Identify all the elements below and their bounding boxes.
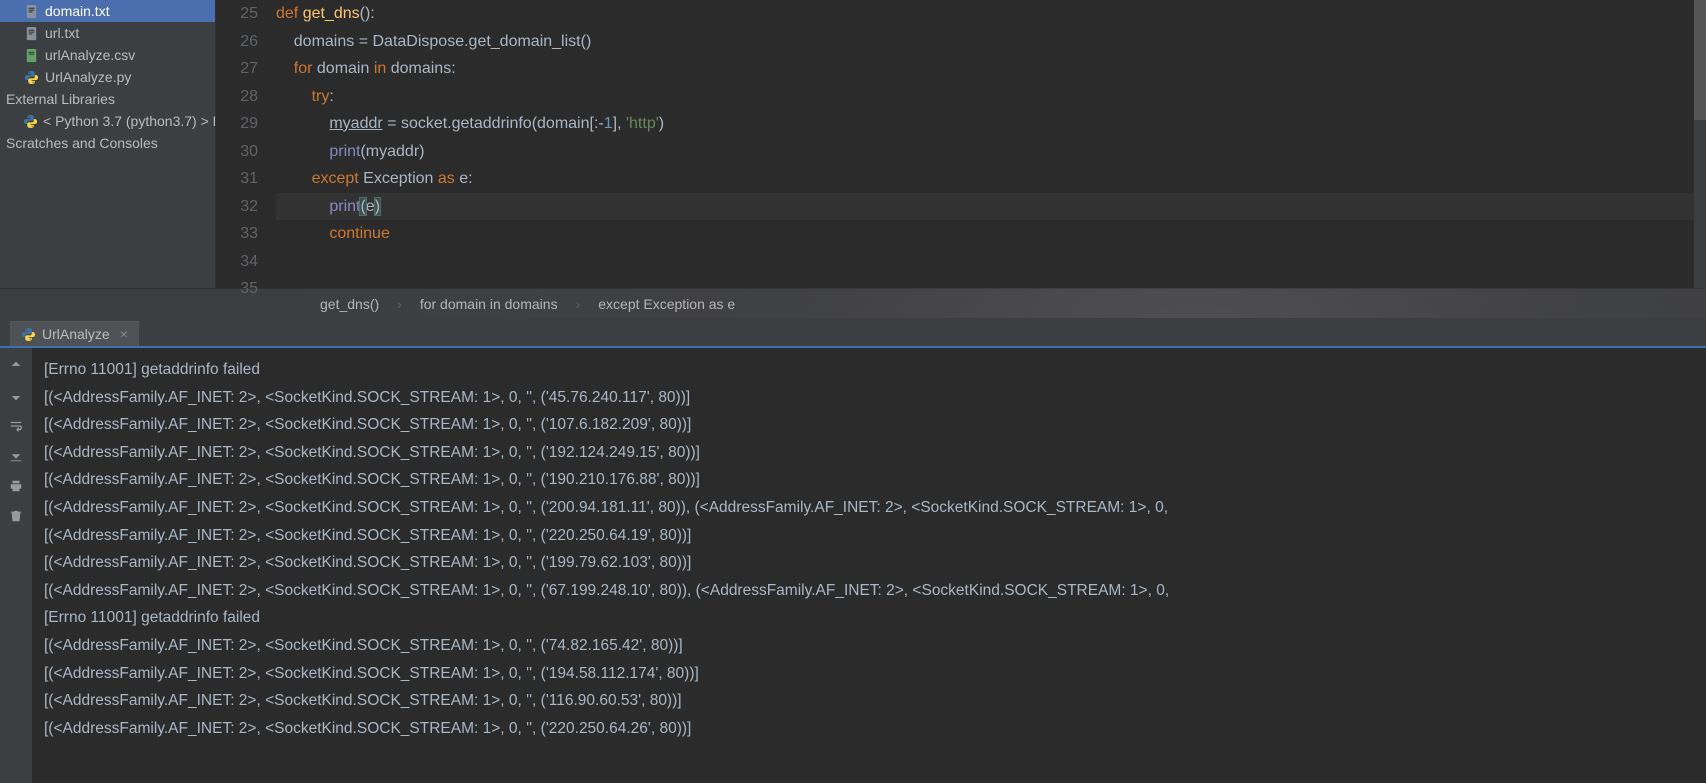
console-line: [(<AddressFamily.AF_INET: 2>, <SocketKin…	[44, 632, 1694, 660]
python-icon	[21, 327, 36, 342]
console-line: [(<AddressFamily.AF_INET: 2>, <SocketKin…	[44, 660, 1694, 688]
line-number: 35	[216, 275, 258, 303]
code-line[interactable]: domains = DataDispose.get_domain_list()	[276, 28, 1694, 56]
print-icon[interactable]	[8, 478, 24, 494]
code-line[interactable]: try:	[276, 83, 1694, 111]
line-number: 25	[216, 0, 258, 28]
tree-item-label: UrlAnalyze.py	[45, 69, 131, 85]
py-icon	[24, 70, 39, 85]
project-tree[interactable]: domain.txt url.txt urlAnalyze.csv UrlAnalyz…	[0, 0, 216, 288]
code-editor[interactable]: 2526272829303132333435 def get_dns(): do…	[216, 0, 1694, 288]
code-line[interactable]: myaddr = socket.getaddrinfo(domain[:-1],…	[276, 110, 1694, 138]
line-number: 29	[216, 110, 258, 138]
tree-item-label: url.txt	[45, 25, 79, 41]
line-number: 32	[216, 193, 258, 221]
code-line[interactable]: except Exception as e:	[276, 165, 1694, 193]
line-number: 31	[216, 165, 258, 193]
console-line: [(<AddressFamily.AF_INET: 2>, <SocketKin…	[44, 439, 1694, 467]
code-content[interactable]: def get_dns(): domains = DataDispose.get…	[276, 0, 1694, 303]
tree-item-urlanalyze-csv[interactable]: urlAnalyze.csv	[0, 44, 215, 66]
console-line: [(<AddressFamily.AF_INET: 2>, <SocketKin…	[44, 384, 1694, 412]
line-number: 26	[216, 28, 258, 56]
line-number: 34	[216, 248, 258, 276]
tree-item-domain-txt[interactable]: domain.txt	[0, 0, 215, 22]
tree-item---python-3-7--python3-7----d[interactable]: < Python 3.7 (python3.7) > D	[0, 110, 215, 132]
run-tab-active[interactable]: UrlAnalyze ×	[10, 321, 139, 346]
soft-wrap-icon[interactable]	[8, 418, 24, 434]
console-line: [(<AddressFamily.AF_INET: 2>, <SocketKin…	[44, 466, 1694, 494]
arrow-up-icon[interactable]	[8, 358, 24, 374]
tree-item-scratches-and-consoles[interactable]: Scratches and Consoles	[0, 132, 215, 154]
code-line[interactable]: print(myaddr)	[276, 138, 1694, 166]
run-tabs-bar[interactable]: UrlAnalyze ×	[0, 318, 1706, 348]
code-line[interactable]	[276, 248, 1694, 276]
tree-item-urlanalyze-py[interactable]: UrlAnalyze.py	[0, 66, 215, 88]
editor-scrollbar[interactable]	[1694, 0, 1706, 288]
txt-icon	[24, 4, 39, 19]
console-line: [(<AddressFamily.AF_INET: 2>, <SocketKin…	[44, 687, 1694, 715]
py-icon	[24, 114, 37, 129]
tree-item-label: urlAnalyze.csv	[45, 47, 135, 63]
code-line[interactable]	[276, 275, 1694, 303]
line-number: 28	[216, 83, 258, 111]
console-line: [(<AddressFamily.AF_INET: 2>, <SocketKin…	[44, 411, 1694, 439]
trash-icon[interactable]	[8, 508, 24, 524]
tree-item-url-txt[interactable]: url.txt	[0, 22, 215, 44]
code-line[interactable]: continue	[276, 220, 1694, 248]
console-line: [(<AddressFamily.AF_INET: 2>, <SocketKin…	[44, 494, 1694, 522]
tree-item-label: Scratches and Consoles	[6, 135, 158, 151]
txt-icon	[24, 26, 39, 41]
line-number: 30	[216, 138, 258, 166]
line-gutter: 2526272829303132333435	[216, 0, 276, 303]
close-icon[interactable]: ×	[120, 326, 128, 342]
code-line[interactable]: print(e)	[276, 193, 1694, 221]
line-number: 27	[216, 55, 258, 83]
console-line: [Errno 11001] getaddrinfo failed	[44, 604, 1694, 632]
scroll-to-end-icon[interactable]	[8, 448, 24, 464]
console-line: [(<AddressFamily.AF_INET: 2>, <SocketKin…	[44, 549, 1694, 577]
code-line[interactable]: def get_dns():	[276, 0, 1694, 28]
tree-item-label: < Python 3.7 (python3.7) > D	[43, 113, 216, 129]
tree-item-label: domain.txt	[45, 3, 110, 19]
run-tab-label: UrlAnalyze	[42, 326, 110, 342]
code-line[interactable]: for domain in domains:	[276, 55, 1694, 83]
console-line: [(<AddressFamily.AF_INET: 2>, <SocketKin…	[44, 715, 1694, 743]
console-toolbar	[0, 348, 32, 783]
console-line: [(<AddressFamily.AF_INET: 2>, <SocketKin…	[44, 577, 1694, 605]
tree-item-label: External Libraries	[6, 91, 115, 107]
arrow-down-icon[interactable]	[8, 388, 24, 404]
console-output[interactable]: [Errno 11001] getaddrinfo failed[(<Addre…	[32, 348, 1706, 783]
console-line: [Errno 11001] getaddrinfo failed	[44, 356, 1694, 384]
console-line: [(<AddressFamily.AF_INET: 2>, <SocketKin…	[44, 522, 1694, 550]
line-number: 33	[216, 220, 258, 248]
tree-item-external-libraries[interactable]: External Libraries	[0, 88, 215, 110]
csv-icon	[24, 48, 39, 63]
